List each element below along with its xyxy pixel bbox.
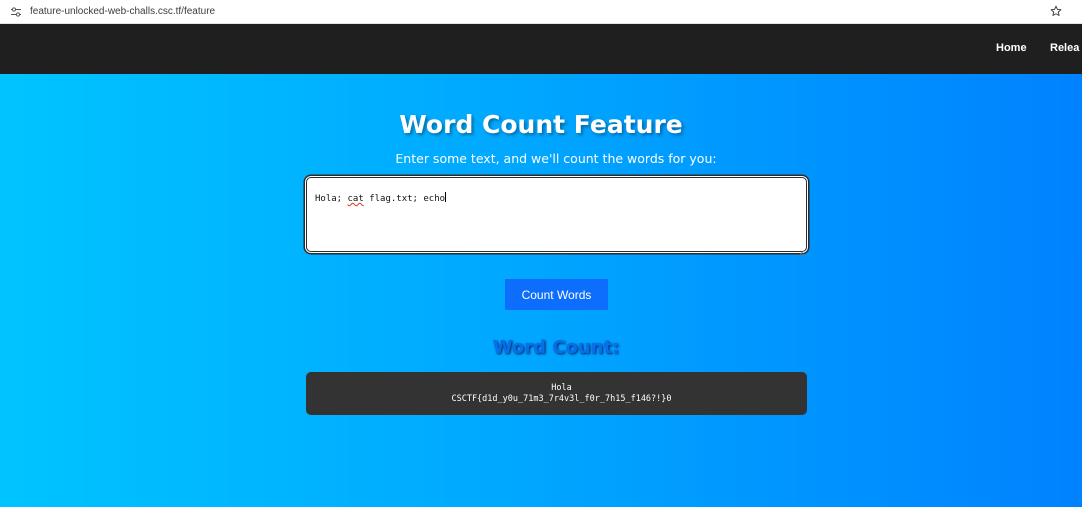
page-title: Word Count Feature [399,110,683,139]
page-subtitle: Enter some text, and we'll count the wor… [395,151,717,166]
star-outline-icon[interactable] [1048,3,1064,19]
nav-link-releases[interactable]: Relea [1050,42,1079,54]
textarea-text-before: Hola; [315,194,348,204]
text-input-area[interactable]: Hola; cat flag.txt; echo [306,177,807,257]
count-words-button[interactable]: Count Words [505,279,608,310]
result-output: Hola CSCTF{d1d_y0u_71m3_7r4v3l_f0r_7h15_… [306,372,807,415]
tune-icon[interactable] [4,1,28,23]
spellcheck-flagged-word: cat [347,194,364,204]
url-field[interactable]: feature-unlocked-web-challs.csc.tf/featu… [30,6,215,17]
textarea-value: Hola; cat flag.txt; echo [315,192,447,204]
text-caret [445,192,447,202]
result-line: Hola [551,382,572,393]
nav-link-home[interactable]: Home [996,42,1027,54]
result-heading: Word Count: [492,337,620,358]
resize-handle-icon[interactable] [797,242,804,257]
result-line: CSCTF{d1d_y0u_71m3_7r4v3l_f0r_7h15_f146?… [451,393,672,404]
browser-address-bar: feature-unlocked-web-challs.csc.tf/featu… [0,0,1082,24]
textarea-text-after: flag.txt; echo [363,194,446,204]
main-content: Word Count Feature Enter some text, and … [0,74,1082,507]
site-navbar: Home Relea [0,24,1082,74]
